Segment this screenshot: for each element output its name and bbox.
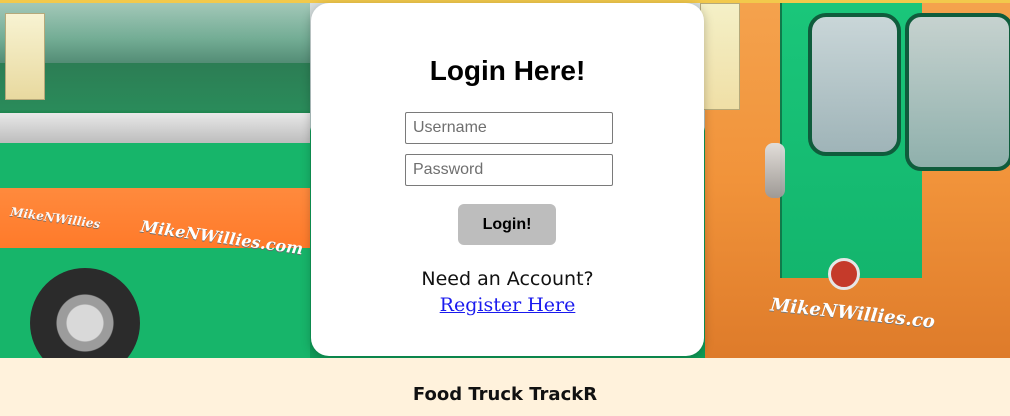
window-poster-left bbox=[5, 13, 45, 100]
register-link[interactable]: Register Here bbox=[440, 294, 576, 316]
food-truck-awning bbox=[0, 3, 310, 63]
login-button[interactable]: Login! bbox=[458, 204, 556, 245]
password-input[interactable] bbox=[405, 154, 613, 186]
truck-badge-icon bbox=[828, 258, 860, 290]
footer: Food Truck TrackR bbox=[0, 358, 1010, 416]
truck-mirror bbox=[765, 143, 785, 198]
login-card: Login Here! Login! Need an Account? Regi… bbox=[311, 3, 704, 356]
truck-window bbox=[808, 13, 901, 156]
login-title: Login Here! bbox=[429, 55, 586, 86]
need-account-text: Need an Account? bbox=[421, 268, 594, 290]
truck-windshield bbox=[905, 13, 1010, 171]
food-truck-counter bbox=[0, 113, 310, 143]
username-input[interactable] bbox=[405, 112, 613, 144]
register-link-container: Register Here bbox=[311, 294, 704, 316]
footer-brand: Food Truck TrackR bbox=[412, 383, 598, 405]
window-poster-right bbox=[700, 3, 740, 110]
